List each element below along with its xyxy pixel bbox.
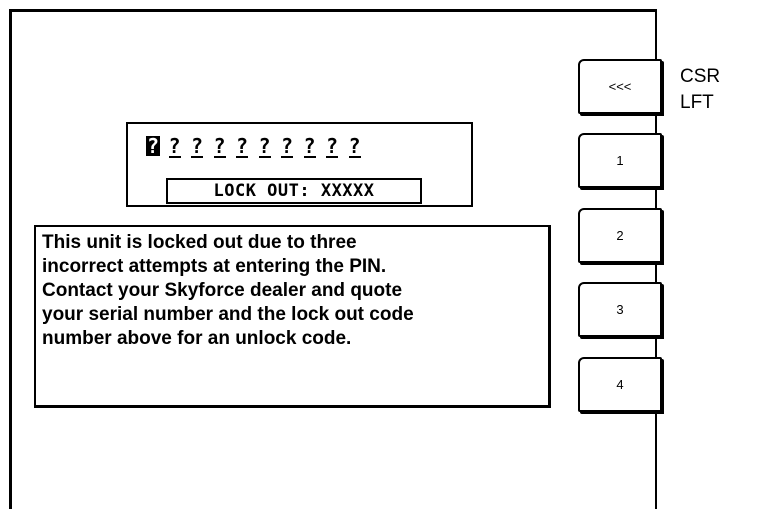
lockout-code: LOCK OUT: XXXXX <box>166 178 422 204</box>
softkey-caption: CSR LFT <box>680 66 721 113</box>
pin-digit-8[interactable]: ? <box>303 134 327 158</box>
pin-digit-1[interactable]: ? <box>146 134 169 158</box>
key-3-button[interactable]: 3 <box>578 282 662 337</box>
pin-digit-6[interactable]: ? <box>258 134 282 158</box>
cursor-left-button[interactable]: <<< <box>578 59 662 114</box>
lockout-message: This unit is locked out due to three inc… <box>34 225 551 408</box>
pin-digit-7[interactable]: ? <box>281 134 304 158</box>
pin-digit-2[interactable]: ? <box>168 134 192 158</box>
pin-digit-9[interactable]: ? <box>326 134 349 158</box>
pin-digit-10[interactable]: ? <box>348 134 372 158</box>
key-1-button[interactable]: 1 <box>578 133 662 188</box>
key-2-button[interactable]: 2 <box>578 208 662 263</box>
pin-entry-panel: ? ? ? ? ? ? ? ? ? ? LOCK OUT: XXXXX <box>126 122 473 207</box>
pin-digit-5[interactable]: ? <box>236 134 259 158</box>
pin-digits: ? ? ? ? ? ? ? ? ? ? <box>146 134 371 158</box>
key-4-button[interactable]: 4 <box>578 357 662 412</box>
pin-digit-3[interactable]: ? <box>191 134 214 158</box>
pin-digit-4[interactable]: ? <box>213 134 237 158</box>
